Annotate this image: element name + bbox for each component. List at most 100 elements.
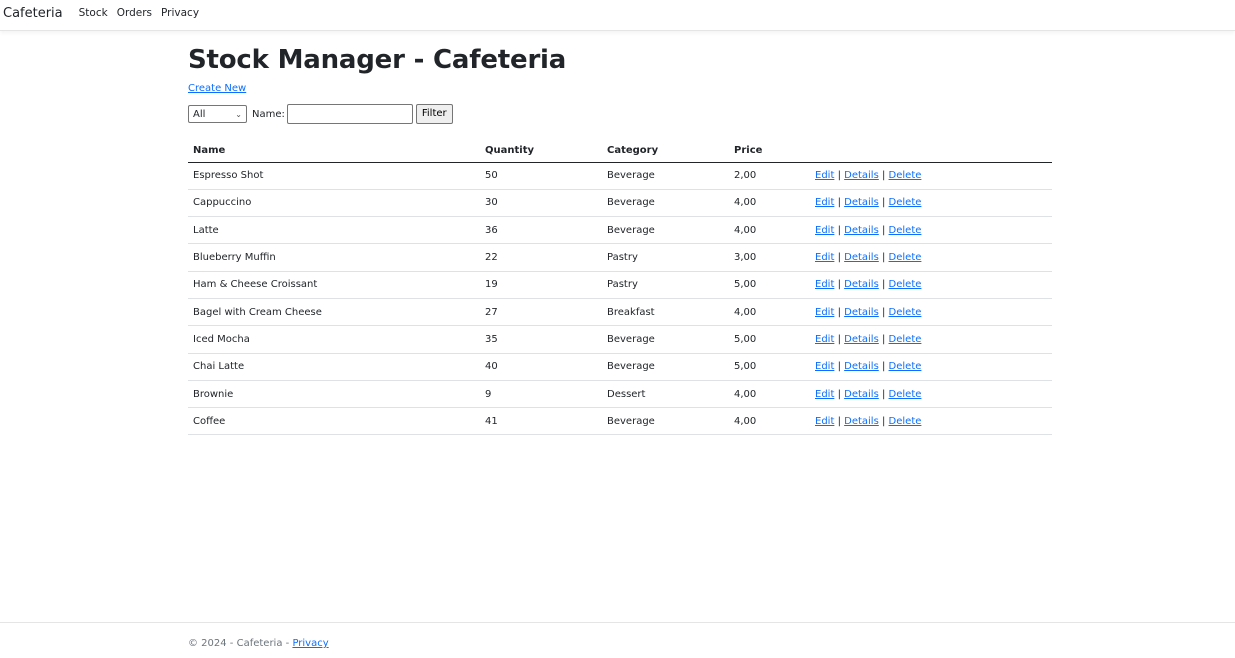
cell-price: 4,00 xyxy=(729,380,810,409)
edit-link[interactable]: Edit xyxy=(815,361,834,372)
details-link[interactable]: Details xyxy=(844,279,879,290)
delete-link[interactable]: Delete xyxy=(889,225,922,236)
delete-link[interactable]: Delete xyxy=(889,197,922,208)
cell-quantity: 22 xyxy=(480,243,602,272)
page-title: Stock Manager - Cafeteria xyxy=(188,45,567,75)
cell-quantity: 30 xyxy=(480,189,602,218)
edit-link[interactable]: Edit xyxy=(815,170,834,181)
nav-links: Stock Orders Privacy xyxy=(79,7,208,20)
cell-quantity: 35 xyxy=(480,325,602,354)
table-row: Bagel with Cream Cheese 27 Breakfast 4,0… xyxy=(188,298,1052,327)
action-separator: | xyxy=(837,197,841,209)
details-link[interactable]: Details xyxy=(844,225,879,236)
header-quantity: Quantity xyxy=(480,139,602,163)
category-select-value: All xyxy=(193,108,206,120)
cell-name: Iced Mocha xyxy=(188,325,480,354)
table-row: Chai Latte 40 Beverage 5,00 Edit | Detai… xyxy=(188,353,1052,381)
cell-quantity: 50 xyxy=(480,162,602,190)
action-separator: | xyxy=(837,388,841,400)
cell-actions: Edit | Details | Delete xyxy=(810,298,1052,327)
cell-quantity: 41 xyxy=(480,407,602,436)
delete-link[interactable]: Delete xyxy=(889,279,922,290)
footer-privacy-link[interactable]: Privacy xyxy=(292,638,328,649)
edit-link[interactable]: Edit xyxy=(815,307,834,318)
create-new-link[interactable]: Create New xyxy=(188,83,246,95)
navbar-brand[interactable]: Cafeteria xyxy=(0,7,63,20)
edit-link[interactable]: Edit xyxy=(815,225,834,236)
details-link[interactable]: Details xyxy=(844,170,879,181)
nav-link-orders[interactable]: Orders xyxy=(117,7,152,20)
delete-link[interactable]: Delete xyxy=(889,252,922,263)
cell-name: Cappuccino xyxy=(188,189,480,218)
action-separator: | xyxy=(881,333,886,345)
main-content: Stock Manager - Cafeteria Create New All… xyxy=(188,44,1052,436)
footer-copyright: © 2024 - Cafeteria - xyxy=(188,638,293,649)
filter-button[interactable]: Filter xyxy=(415,104,453,124)
edit-link[interactable]: Edit xyxy=(815,389,834,400)
edit-link[interactable]: Edit xyxy=(815,279,834,290)
details-link[interactable]: Details xyxy=(844,252,879,263)
action-separator: | xyxy=(881,224,886,236)
delete-link[interactable]: Delete xyxy=(889,416,922,427)
action-separator: | xyxy=(881,388,886,400)
cell-price: 5,00 xyxy=(729,353,810,381)
action-separator: | xyxy=(837,170,841,182)
action-separator: | xyxy=(881,415,886,427)
cell-name: Chai Latte xyxy=(188,353,480,381)
action-separator: | xyxy=(881,197,886,209)
table-row: Latte 36 Beverage 4,00 Edit | Details | … xyxy=(188,216,1052,245)
nav-link-stock[interactable]: Stock xyxy=(79,7,108,20)
header-price: Price xyxy=(729,139,810,163)
details-link[interactable]: Details xyxy=(844,361,879,372)
cell-name: Coffee xyxy=(188,407,480,436)
delete-link[interactable]: Delete xyxy=(889,307,922,318)
table-row: Coffee 41 Beverage 4,00 Edit | Details |… xyxy=(188,407,1052,436)
cell-category: Pastry xyxy=(602,271,729,299)
details-link[interactable]: Details xyxy=(844,307,879,318)
cell-actions: Edit | Details | Delete xyxy=(810,380,1052,409)
action-separator: | xyxy=(837,415,841,427)
details-link[interactable]: Details xyxy=(844,334,879,345)
action-separator: | xyxy=(881,170,886,182)
cell-actions: Edit | Details | Delete xyxy=(810,189,1052,218)
edit-link[interactable]: Edit xyxy=(815,252,834,263)
name-input[interactable] xyxy=(286,104,413,124)
category-select[interactable]: All ⌄ xyxy=(188,105,247,123)
cell-category: Beverage xyxy=(602,189,729,218)
cell-category: Pastry xyxy=(602,243,729,272)
cell-actions: Edit | Details | Delete xyxy=(810,271,1052,299)
cell-category: Beverage xyxy=(602,407,729,436)
cell-price: 3,00 xyxy=(729,243,810,272)
edit-link[interactable]: Edit xyxy=(815,416,834,427)
cell-name: Ham & Cheese Croissant xyxy=(188,271,480,299)
delete-link[interactable]: Delete xyxy=(889,361,922,372)
cell-quantity: 9 xyxy=(480,380,602,409)
cell-actions: Edit | Details | Delete xyxy=(810,162,1052,190)
navbar: Cafeteria Stock Orders Privacy xyxy=(0,0,1235,31)
cell-name: Latte xyxy=(188,216,480,245)
nav-link-privacy[interactable]: Privacy xyxy=(161,7,199,20)
table-row: Brownie 9 Dessert 4,00 Edit | Details | … xyxy=(188,380,1052,409)
cell-category: Breakfast xyxy=(602,298,729,327)
cell-category: Beverage xyxy=(602,216,729,245)
details-link[interactable]: Details xyxy=(844,389,879,400)
delete-link[interactable]: Delete xyxy=(889,389,922,400)
cell-actions: Edit | Details | Delete xyxy=(810,216,1052,245)
header-name: Name xyxy=(188,139,480,163)
cell-name: Brownie xyxy=(188,380,480,409)
cell-quantity: 36 xyxy=(480,216,602,245)
delete-link[interactable]: Delete xyxy=(889,170,922,181)
delete-link[interactable]: Delete xyxy=(889,334,922,345)
cell-quantity: 19 xyxy=(480,271,602,299)
cell-category: Beverage xyxy=(602,162,729,190)
action-separator: | xyxy=(881,361,886,373)
cell-price: 4,00 xyxy=(729,407,810,436)
edit-link[interactable]: Edit xyxy=(815,334,834,345)
cell-quantity: 27 xyxy=(480,298,602,327)
action-separator: | xyxy=(837,279,841,291)
edit-link[interactable]: Edit xyxy=(815,197,834,208)
details-link[interactable]: Details xyxy=(844,197,879,208)
action-separator: | xyxy=(837,252,841,264)
table-row: Iced Mocha 35 Beverage 5,00 Edit | Detai… xyxy=(188,325,1052,354)
details-link[interactable]: Details xyxy=(844,416,879,427)
